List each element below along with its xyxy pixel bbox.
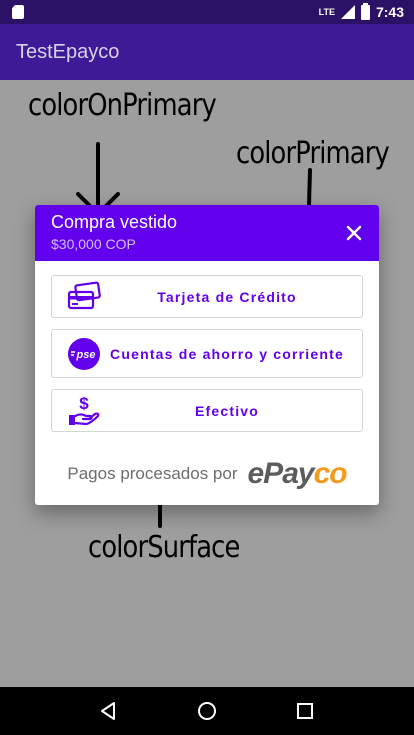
epayco-logo: ePayco (247, 457, 348, 491)
option-pse-label: Cuentas de ahorro y corriente (110, 345, 344, 362)
credit-card-icon (67, 281, 101, 309)
home-icon[interactable] (196, 700, 218, 722)
epayco-logo-part2: co (313, 457, 348, 490)
pse-icon-text: pse (76, 349, 96, 361)
cash-hand-icon: $ (69, 394, 100, 425)
pse-icon: pse (68, 337, 100, 370)
recents-icon[interactable] (294, 700, 316, 722)
back-icon[interactable] (98, 700, 120, 722)
payment-dialog: Compra vestido $30,000 COP Tarjeta de Cr… (35, 205, 379, 505)
option-pse[interactable]: pse Cuentas de ahorro y corriente (51, 329, 363, 378)
epayco-logo-part1: ePay (247, 457, 315, 490)
option-credit-card-label: Tarjeta de Crédito (157, 288, 297, 305)
dialog-footer: Pagos procesados por ePayco (35, 457, 379, 491)
navigation-bar (0, 687, 414, 735)
option-credit-card[interactable]: Tarjeta de Crédito (51, 275, 363, 318)
dialog-header: Compra vestido $30,000 COP (35, 205, 379, 261)
close-icon[interactable] (343, 222, 365, 244)
svg-text:$: $ (79, 394, 89, 413)
dialog-title: Compra vestido (51, 212, 178, 232)
arrow-down-left-icon (76, 142, 120, 216)
payment-options: Tarjeta de Crédito pse Cuentas de ahorro… (35, 261, 379, 432)
dialog-amount: $30,000 COP (51, 236, 136, 252)
option-cash-label: Efectivo (194, 402, 260, 419)
processed-by-text: Pagos procesados por (67, 464, 238, 483)
option-cash[interactable]: $ Efectivo (51, 389, 363, 432)
